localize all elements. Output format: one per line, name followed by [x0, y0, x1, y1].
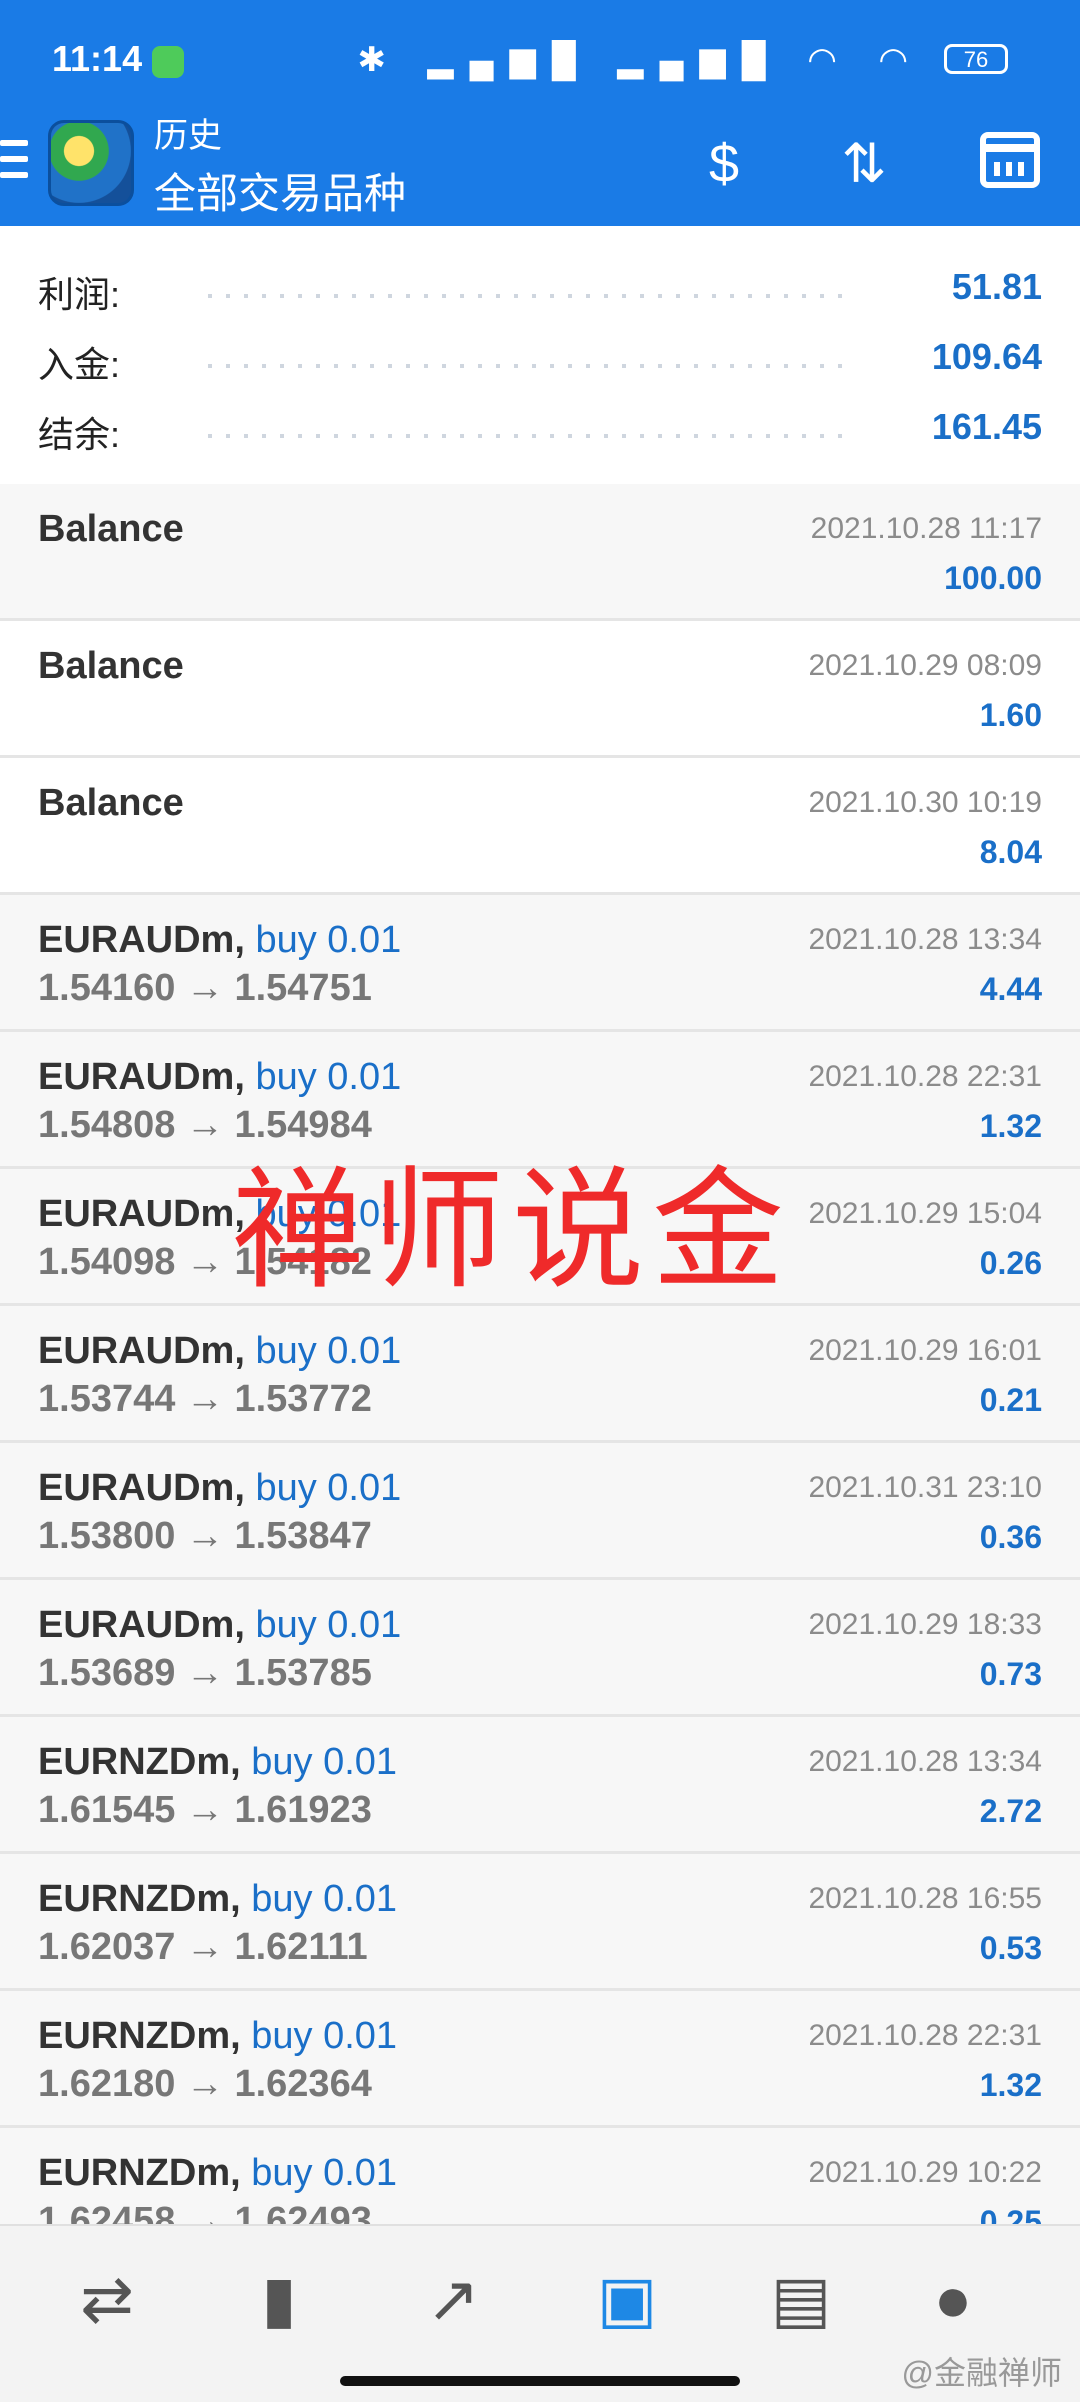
summary-row-balance: 结余: 161.45 [38, 406, 1042, 466]
deal-symbol: EURNZDm, buy 0.01 [38, 1741, 398, 1783]
list-item[interactable]: Balance 2021.10.28 11:17 100.00 [0, 484, 1080, 621]
deal-prices: 1.53744 → 1.53772 [38, 1378, 372, 1420]
deal-datetime: 2021.10.28 13:34 [808, 1745, 1042, 1778]
deal-symbol: EURNZDm, buy 0.01 [38, 1878, 398, 1920]
menu-icon[interactable] [0, 140, 28, 180]
deal-side: buy 0.01 [251, 1741, 398, 1783]
list-item[interactable]: Balance 2021.10.30 10:19 8.04 [0, 758, 1080, 895]
deal-datetime: 2021.10.29 16:01 [808, 1334, 1042, 1367]
trade-icon[interactable]: ↗ [410, 2256, 496, 2342]
deal-datetime: 2021.10.29 15:04 [808, 1197, 1042, 1230]
deal-symbol: EURAUDm, buy 0.01 [38, 1056, 402, 1098]
deal-symbol: EURAUDm, buy 0.01 [38, 1467, 402, 1509]
dotted-leader [208, 364, 842, 368]
deal-side: buy 0.01 [255, 1467, 402, 1509]
deal-side: buy 0.01 [255, 919, 402, 961]
deal-amount: 1.32 [979, 1108, 1042, 1144]
deal-amount: 2.72 [979, 1793, 1042, 1829]
deal-amount: 1.32 [979, 2067, 1042, 2103]
summary-row-deposit: 入金: 109.64 [38, 336, 1042, 396]
deal-side: buy 0.01 [255, 1056, 402, 1098]
list-item[interactable]: EURNZDm, buy 0.01 1.62037 → 1.62111 2021… [0, 1854, 1080, 1991]
page-title: 历史 [154, 117, 222, 155]
deal-amount: 8.04 [979, 834, 1042, 870]
currency-exchange-icon[interactable]: $ [686, 126, 762, 202]
deal-amount: 1.60 [979, 697, 1042, 733]
quotes-icon[interactable]: ⇄ [64, 2256, 150, 2342]
deal-datetime: 2021.10.28 16:55 [808, 1882, 1042, 1915]
history-icon[interactable]: ▣ [584, 2256, 670, 2342]
deal-prices: 1.62037 → 1.62111 [38, 1926, 368, 1968]
deal-amount: 0.73 [979, 1656, 1042, 1692]
list-item[interactable]: EURNZDm, buy 0.01 1.62180 → 1.62364 2021… [0, 1991, 1080, 2128]
summary-value: 161.45 [931, 406, 1042, 447]
calendar-icon[interactable] [980, 132, 1040, 188]
deal-prices: 1.54160 → 1.54751 [38, 967, 372, 1009]
battery-icon: 76 [944, 44, 1008, 74]
list-item[interactable]: EURAUDm, buy 0.01 1.53689 → 1.53785 2021… [0, 1580, 1080, 1717]
deal-datetime: 2021.10.29 18:33 [808, 1608, 1042, 1641]
deal-symbol: EURAUDm, buy 0.01 [38, 919, 402, 961]
deal-datetime: 2021.10.29 10:22 [808, 2156, 1042, 2189]
deal-datetime: 2021.10.28 13:34 [808, 923, 1042, 956]
deal-symbol: EURAUDm, buy 0.01 [38, 1330, 402, 1372]
list-item[interactable]: EURAUDm, buy 0.01 1.53800 → 1.53847 2021… [0, 1443, 1080, 1580]
deal-amount: 0.53 [979, 1930, 1042, 1966]
status-time: 11:14 [52, 38, 143, 79]
deal-prices: 1.53689 → 1.53785 [38, 1652, 372, 1694]
deal-datetime: 2021.10.28 22:31 [808, 2019, 1042, 2052]
chart-icon[interactable]: ▮ [236, 2256, 322, 2342]
summary-label: 结余: [38, 414, 121, 455]
deal-side: buy 0.01 [255, 1330, 402, 1372]
deal-symbol: Balance [38, 645, 184, 687]
deal-datetime: 2021.10.28 11:17 [810, 512, 1042, 545]
deal-datetime: 2021.10.29 08:09 [808, 649, 1042, 682]
summary-row-profit: 利润: 51.81 [38, 266, 1042, 326]
deal-symbol: EURNZDm, buy 0.01 [38, 2152, 398, 2194]
deal-amount: 4.44 [979, 971, 1042, 1007]
summary-label: 利润: [38, 274, 121, 315]
app-logo [48, 120, 134, 206]
chat-icon[interactable]: ● [910, 2256, 996, 2342]
summary-panel: 利润: 51.81 入金: 109.64 结余: 161.45 [0, 226, 1080, 487]
list-item[interactable]: Balance 2021.10.29 08:09 1.60 [0, 621, 1080, 758]
list-item[interactable]: EURAUDm, buy 0.01 1.54160 → 1.54751 2021… [0, 895, 1080, 1032]
deal-symbol: Balance [38, 782, 184, 824]
status-bar: 11:14 ✱ ▂▄▆█ ▂▄▆█ ◠ ◠ 76 [0, 0, 1080, 100]
top-bar: 11:14 ✱ ▂▄▆█ ▂▄▆█ ◠ ◠ 76 历史 全部交易品种 $ ⇅ [0, 0, 1080, 226]
symbol-filter[interactable]: 全部交易品种 [154, 160, 406, 221]
deal-symbol: Balance [38, 508, 184, 550]
summary-label: 入金: [38, 344, 121, 385]
deal-prices: 1.53800 → 1.53847 [38, 1515, 372, 1557]
watermark-text: 禅师说金 [232, 1154, 792, 1308]
news-icon[interactable]: ▤ [758, 2256, 844, 2342]
deal-symbol: EURNZDm, buy 0.01 [38, 2015, 398, 2057]
deal-amount: 0.36 [979, 1519, 1042, 1555]
list-item[interactable]: EURNZDm, buy 0.01 1.61545 → 1.61923 2021… [0, 1717, 1080, 1854]
deal-symbol: EURAUDm, buy 0.01 [38, 1604, 402, 1646]
deals-list: Balance 2021.10.28 11:17 100.00 Balance … [0, 484, 1080, 2265]
summary-value: 51.81 [951, 266, 1042, 307]
deal-amount: 0.21 [979, 1382, 1042, 1418]
deal-datetime: 2021.10.31 23:10 [808, 1471, 1042, 1504]
deal-side: buy 0.01 [251, 2015, 398, 2057]
dotted-leader [208, 294, 842, 298]
deal-amount: 100.00 [944, 560, 1042, 596]
deal-prices: 1.62180 → 1.62364 [38, 2063, 372, 2105]
deal-side: buy 0.01 [251, 2152, 398, 2194]
deal-side: buy 0.01 [255, 1604, 402, 1646]
status-icons: ✱ ▂▄▆█ ▂▄▆█ ◠ ◠ [357, 41, 924, 79]
deal-amount: 0.26 [979, 1245, 1042, 1281]
deal-side: buy 0.01 [251, 1878, 398, 1920]
app-notification-icon [152, 46, 184, 78]
deal-datetime: 2021.10.28 22:31 [808, 1060, 1042, 1093]
brand-watermark: @金融禅师 [901, 2355, 1063, 2391]
sort-icon[interactable]: ⇅ [826, 126, 902, 202]
home-indicator[interactable] [340, 2376, 740, 2386]
dotted-leader [208, 434, 842, 438]
deal-datetime: 2021.10.30 10:19 [808, 786, 1042, 819]
deal-prices: 1.61545 → 1.61923 [38, 1789, 372, 1831]
list-item[interactable]: EURAUDm, buy 0.01 1.53744 → 1.53772 2021… [0, 1306, 1080, 1443]
summary-value: 109.64 [931, 336, 1042, 377]
